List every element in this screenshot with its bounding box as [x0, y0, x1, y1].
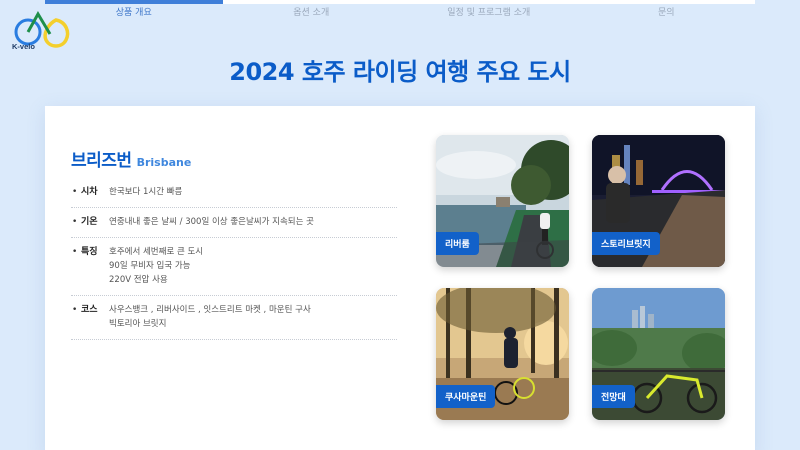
info-line: 90일 무비자 입국 가능	[109, 261, 191, 271]
photo-label: 전망대	[592, 385, 635, 408]
info-row-course: • 코스 사우스뱅크 , 리버사이드 , 잇스트리트 마켓 , 마운틴 구사 빅…	[71, 296, 397, 340]
city-name-en: Brisbane	[136, 156, 192, 169]
photo-label: 리버룸	[436, 232, 479, 255]
info-row-weather: • 기온 연중내내 좋은 날씨 / 300일 이상 좋은날씨가 지속되는 곳	[71, 208, 397, 238]
nav-item-contact[interactable]: 문의	[578, 0, 756, 18]
info-line: 호주에서 세번째로 큰 도시	[109, 247, 204, 257]
photo-card-mountain[interactable]: 쿠사마운틴	[436, 288, 569, 420]
photo-label: 스토리브릿지	[592, 232, 660, 255]
info-value: 호주에서 세번째로 큰 도시 90일 무비자 입국 가능 220V 전압 사용	[109, 245, 203, 287]
info-line: 연중내내 좋은 날씨 / 300일 이상 좋은날씨가 지속되는 곳	[109, 217, 314, 227]
nav-item-schedule[interactable]: 일정 및 프로그램 소개	[400, 0, 578, 18]
info-label: 특징	[81, 247, 98, 257]
info-value: 한국보다 1시간 빠름	[109, 185, 182, 199]
photo-card-story-bridge[interactable]: 스토리브릿지	[592, 135, 725, 267]
nav-item-options[interactable]: 옵션 소개	[223, 0, 401, 18]
info-line: 빅토리아 브릿지	[109, 319, 167, 329]
info-value: 연중내내 좋은 날씨 / 300일 이상 좋은날씨가 지속되는 곳	[109, 215, 314, 229]
info-label: 코스	[81, 305, 98, 315]
bullet-icon: •	[72, 187, 78, 197]
city-card: 브리즈번 Brisbane • 시차 한국보다 1시간 빠름 • 기온 연중내내…	[45, 106, 755, 450]
info-row-features: • 특징 호주에서 세번째로 큰 도시 90일 무비자 입국 가능 220V 전…	[71, 238, 397, 296]
info-label: 시차	[81, 187, 98, 197]
bullet-icon: •	[72, 247, 78, 257]
bullet-icon: •	[72, 217, 78, 227]
page-title: 2024 호주 라이딩 여행 주요 도시	[229, 58, 571, 86]
top-nav: 상품 개요 옵션 소개 일정 및 프로그램 소개 문의	[45, 0, 755, 18]
photo-card-lookout[interactable]: 전망대	[592, 288, 725, 420]
info-row-time: • 시차 한국보다 1시간 빠름	[71, 178, 397, 208]
photo-card-riverside[interactable]: 리버룸	[436, 135, 569, 267]
city-name-ko: 브리즈번	[71, 151, 132, 171]
info-line: 사우스뱅크 , 리버사이드 , 잇스트리트 마켓 , 마운틴 구사	[109, 305, 311, 315]
city-heading: 브리즈번 Brisbane	[71, 146, 191, 171]
info-line: 220V 전압 사용	[109, 275, 168, 285]
brand-logo-text: K-velo	[12, 42, 35, 51]
info-label: 기온	[81, 217, 98, 227]
info-line: 한국보다 1시간 빠름	[109, 187, 183, 197]
city-info-list: • 시차 한국보다 1시간 빠름 • 기온 연중내내 좋은 날씨 / 300일 …	[71, 178, 397, 340]
bullet-icon: •	[72, 305, 78, 315]
photo-label: 쿠사마운틴	[436, 385, 496, 408]
info-value: 사우스뱅크 , 리버사이드 , 잇스트리트 마켓 , 마운틴 구사 빅토리아 브…	[109, 303, 311, 331]
